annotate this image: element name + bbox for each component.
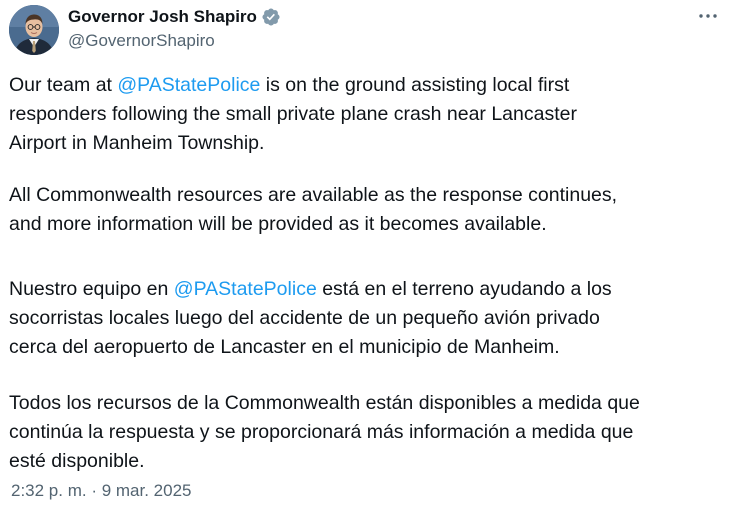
tweet-line: continúa la respuesta y se proporcionará… xyxy=(9,421,634,443)
tweet-text-segment: Our team at xyxy=(9,74,118,96)
author-handle[interactable]: @GovernorShapiro xyxy=(68,31,215,51)
profile-photo xyxy=(9,5,59,55)
tweet-text-segment: está en el terreno ayudando a los xyxy=(316,278,612,300)
tweet-line: cerca del aeropuerto de Lancaster en el … xyxy=(9,336,560,358)
tweet-line: All Commonwealth resources are available… xyxy=(9,184,618,206)
tweet-line: Nuestro equipo en @PAStatePolice está en… xyxy=(9,275,721,304)
avatar[interactable] xyxy=(9,5,59,55)
verified-badge-icon xyxy=(261,7,281,27)
tweet-line: socorristas locales luego del accidente … xyxy=(9,307,600,329)
mention-link[interactable]: @PAStatePolice xyxy=(174,278,317,300)
author-name-row: Governor Josh Shapiro xyxy=(68,6,281,28)
tweet-line: and more information will be provided as… xyxy=(9,213,547,235)
tweet-timestamp[interactable]: 2:32 p. m. · 9 mar. 2025 xyxy=(11,481,191,501)
tweet-line: Todos los recursos de la Commonwealth es… xyxy=(9,392,640,414)
tweet-line: Our team at @PAStatePolice is on the gro… xyxy=(9,71,721,100)
tweet-text: Our team at @PAStatePolice is on the gro… xyxy=(9,71,721,476)
author-display-name[interactable]: Governor Josh Shapiro xyxy=(68,7,257,27)
tweet-line: Airport in Manheim Township. xyxy=(9,132,265,154)
tweet-text-segment: is on the ground assisting local first xyxy=(260,74,570,96)
tweet-text-segment: Nuestro equipo en xyxy=(9,278,174,300)
mention-link[interactable]: @PAStatePolice xyxy=(117,74,260,96)
tweet-line: esté disponible. xyxy=(9,450,145,472)
more-horizontal-icon xyxy=(699,14,717,18)
tweet-line: responders following the small private p… xyxy=(9,103,577,125)
more-options-button[interactable] xyxy=(694,6,722,26)
